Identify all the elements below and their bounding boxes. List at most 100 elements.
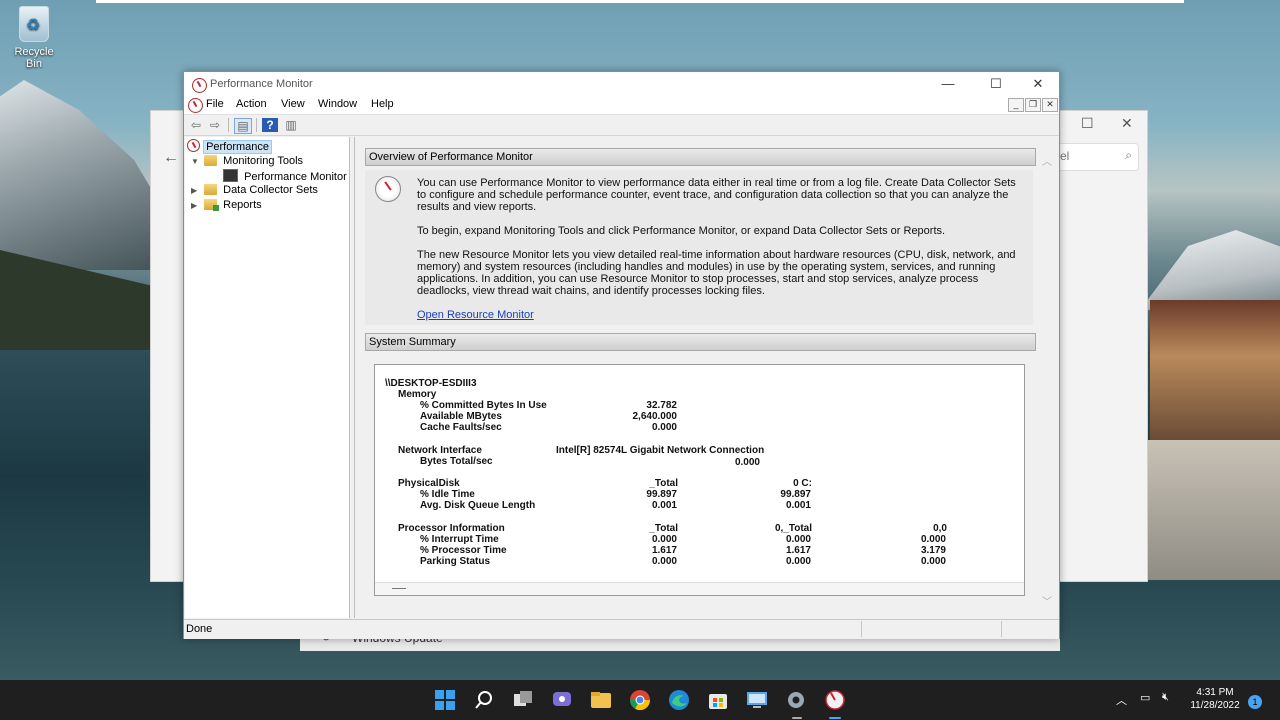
clock[interactable]: 4:31 PM 11/28/2022 (1186, 686, 1244, 712)
folder-tools-icon (204, 155, 218, 166)
available-mbytes-value: 2,640.000 (632, 411, 678, 422)
menu-help[interactable]: Help (371, 98, 394, 110)
open-resource-monitor-link[interactable]: Open Resource Monitor (417, 309, 534, 321)
recycle-bin[interactable]: Recycle Bin (6, 6, 62, 70)
system-menu-icon[interactable] (188, 98, 203, 113)
scroll-up-icon[interactable]: ︿ (1042, 153, 1052, 168)
toolbar-separator (228, 118, 229, 132)
tree-label: Data Collector Sets (223, 184, 318, 196)
mdi-restore-button[interactable]: ❐ (1025, 98, 1041, 112)
committed-bytes-label: % Committed Bytes In Use (420, 400, 547, 411)
parking-status-value: 0.000 (651, 556, 677, 567)
physical-disk-label: PhysicalDisk (398, 478, 460, 489)
scroll-down-icon[interactable]: ﹀ (1042, 593, 1052, 608)
disk-col-c: 0 C: (793, 478, 812, 489)
status-bar: Done (184, 619, 1059, 639)
menu-bar: File Action View Window Help _ ❐ ✕ (184, 96, 1059, 115)
system-summary-box: \\DESKTOP-ESDIII3 Memory % Committed Byt… (374, 364, 1025, 596)
parking-status-value: 0.000 (920, 556, 946, 567)
recycle-bin-label: Recycle Bin (14, 46, 54, 70)
expand-down-icon[interactable]: ▼ (191, 154, 201, 169)
running-indicator (792, 717, 802, 719)
content-pane: Overview of Performance Monitor You can … (354, 137, 1059, 618)
menu-view[interactable]: View (281, 98, 305, 110)
search-icon[interactable] (472, 688, 496, 712)
quay (1140, 440, 1280, 580)
search-placeholder: el (1060, 149, 1070, 163)
interrupt-time-value: 0.000 (651, 534, 677, 545)
system-summary-header: System Summary (365, 333, 1036, 351)
show-hide-console-tree-icon[interactable]: ▤ (234, 118, 252, 134)
mdi-close-button[interactable]: ✕ (1042, 98, 1058, 112)
overview-paragraph-2: To begin, expand Monitoring Tools and cl… (417, 225, 946, 237)
cache-faults-label: Cache Faults/sec (420, 422, 502, 433)
tree-node-reports[interactable]: ▶ Reports (191, 198, 262, 213)
top-window-edge (96, 0, 1184, 3)
help-icon[interactable]: ? (262, 118, 278, 132)
expand-right-icon[interactable]: ▶ (191, 183, 201, 198)
menu-action[interactable]: Action (236, 98, 267, 110)
monitor-chart-icon (223, 169, 238, 182)
chat-icon[interactable] (550, 688, 574, 712)
chalet (1150, 300, 1280, 440)
store-icon[interactable] (706, 688, 730, 712)
tree-node-data-collector-sets[interactable]: ▶ Data Collector Sets (191, 183, 318, 198)
disk-queue-label: Avg. Disk Queue Length (420, 500, 536, 511)
interrupt-time-value: 0.000 (920, 534, 946, 545)
minimize-button[interactable]: — (928, 74, 968, 94)
app-icon (192, 78, 207, 93)
mdi-minimize-button[interactable]: _ (1008, 98, 1024, 112)
maximize-button[interactable]: ☐ (976, 74, 1016, 94)
chrome-icon[interactable] (628, 688, 652, 712)
tree-node-monitoring-tools[interactable]: ▼ Monitoring Tools (191, 154, 303, 169)
tree-node-performance[interactable]: Performance (187, 139, 273, 154)
overview-header: Overview of Performance Monitor (365, 148, 1036, 166)
close-button[interactable]: ✕ (1018, 74, 1058, 94)
expand-right-icon[interactable]: ▶ (191, 198, 201, 213)
volume-muted-icon[interactable]: 🔇︎ (1162, 691, 1169, 704)
reports-icon (204, 199, 220, 211)
tree-label: Performance Monitor (244, 171, 347, 183)
settings-icon[interactable] (784, 688, 808, 712)
performance-monitor-icon[interactable] (823, 688, 847, 712)
network-icon[interactable]: ▭ (1140, 691, 1150, 704)
menu-window[interactable]: Window (318, 98, 357, 110)
console-tree: Performance ▼ Monitoring Tools Performan… (185, 137, 350, 618)
task-view-icon[interactable] (511, 688, 535, 712)
menu-file[interactable]: File (206, 98, 224, 110)
file-explorer-icon[interactable] (589, 688, 613, 712)
processor-col-total: _Total (649, 523, 678, 534)
processor-col-0-0: 0,0 (933, 523, 947, 534)
processor-time-value: 1.617 (785, 545, 811, 556)
parking-status-label: Parking Status (420, 556, 491, 567)
tree-label: Reports (223, 199, 262, 211)
title-bar[interactable]: Performance Monitor — ☐ ✕ (184, 72, 1059, 96)
overview-paragraph-3: The new Resource Monitor lets you view d… (417, 249, 1016, 297)
notification-badge[interactable]: 1 (1248, 695, 1262, 709)
forward-icon[interactable]: ⇨ (207, 118, 223, 132)
search-icon: ⌕ (1125, 148, 1132, 162)
idle-time-total: 99.897 (646, 489, 677, 500)
tree-node-performance-monitor[interactable]: Performance Monitor (223, 169, 347, 184)
tray-overflow-icon[interactable]: ︿ (1116, 692, 1127, 708)
bytes-total-value: 0.000 (734, 457, 760, 468)
back-icon[interactable]: ⇦ (188, 118, 204, 132)
remote-desktop-icon[interactable] (745, 688, 769, 712)
idle-time-label: % Idle Time (420, 489, 475, 500)
close-icon[interactable]: ✕ (1121, 115, 1133, 132)
interrupt-time-label: % Interrupt Time (420, 534, 499, 545)
start-icon[interactable] (433, 688, 457, 712)
tree-label: Performance (203, 140, 273, 154)
maximize-icon[interactable]: ☐ (1081, 115, 1094, 132)
show-hide-action-pane-icon[interactable]: ▥ (283, 118, 299, 132)
settings-search-input[interactable]: el ⌕ (1057, 143, 1139, 171)
toolbar-separator (256, 118, 257, 132)
horizontal-scrollbar[interactable] (375, 582, 1024, 595)
taskbar: ︿ ▭ 🔇︎ 4:31 PM 11/28/2022 1 (0, 680, 1280, 720)
back-arrow-icon[interactable]: ← (163, 149, 179, 167)
mountain-right (1140, 230, 1280, 310)
network-interface-label: Network Interface (398, 445, 482, 456)
overview-paragraph-1: You can use Performance Monitor to view … (417, 177, 1016, 213)
status-separator (861, 621, 862, 637)
edge-icon[interactable] (667, 688, 691, 712)
